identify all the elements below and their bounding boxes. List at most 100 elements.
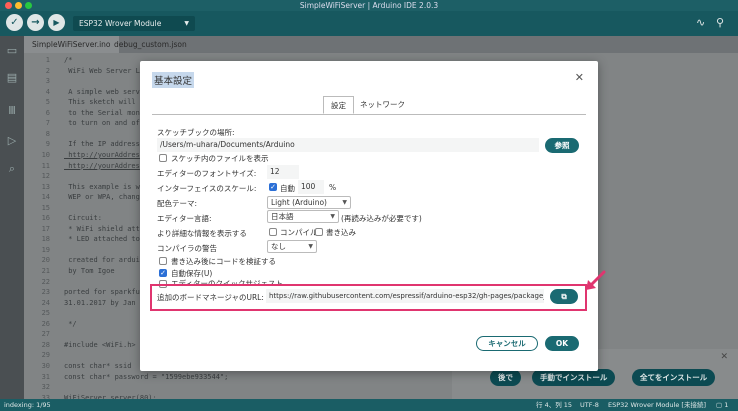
show-files-label: スケッチ内のファイルを表示 — [171, 154, 269, 163]
line-number: 6 — [45, 108, 50, 117]
code-line: A simple web serv — [64, 87, 140, 96]
line-number: 5 — [45, 98, 50, 107]
board-selector[interactable]: ESP32 Wrover Module ▼ — [73, 16, 195, 31]
tab-simplewifiserver[interactable]: SimpleWiFiServer.ino — [24, 36, 119, 53]
notification-count-value: 1 — [724, 401, 729, 409]
line-number: 17 — [41, 224, 50, 233]
cancel-button[interactable]: キャンセル — [476, 336, 538, 351]
line-number: 10 — [41, 150, 50, 159]
code-line: Circuit: — [64, 214, 102, 223]
font-size-input[interactable]: 12 — [267, 165, 299, 179]
line-number: 24 — [41, 298, 50, 307]
tab-network[interactable]: ネットワーク — [353, 96, 412, 114]
editor-tabs: SimpleWiFiServer.ino debug_custom.json — [24, 36, 738, 53]
line-number: 8 — [45, 129, 50, 138]
search-icon[interactable]: ⌕ — [5, 162, 19, 176]
code-line: http://yourAddres — [64, 150, 140, 159]
code-line: ported for sparkfu — [64, 288, 140, 297]
minimize-window-button[interactable] — [15, 2, 22, 9]
code-line: to the Serial mon — [64, 108, 140, 117]
code-line: 31.01.2017 by Jan — [64, 298, 136, 307]
upload-button[interactable]: → — [27, 14, 44, 31]
line-number: 21 — [41, 267, 50, 275]
ok-button[interactable]: OK — [545, 336, 579, 351]
folder-icon[interactable]: ▭ — [5, 44, 19, 58]
tab-settings[interactable]: 設定 — [323, 96, 354, 114]
manual-install-button[interactable]: 手動でインストール — [532, 369, 616, 386]
code-line: http://yourAddres — [64, 161, 140, 170]
theme-select-value: Light (Arduino) — [271, 198, 327, 207]
code-line: WEP or WPA, chang — [64, 193, 140, 202]
board-manager-icon[interactable]: ▤ — [5, 71, 19, 85]
board-status: ESP32 Wrover Module [未接続] — [608, 401, 706, 409]
line-number: 20 — [41, 256, 50, 265]
line-number: 25 — [41, 309, 50, 318]
line-number: 2 — [45, 66, 50, 75]
install-all-button[interactable]: 全てをインストール — [632, 369, 716, 386]
line-number: 14 — [41, 193, 50, 202]
debug-icon[interactable]: ▷ — [5, 134, 19, 148]
activity-sidebar: ▭ ▤ Ⅲ ▷ ⌕ — [0, 36, 24, 399]
dialog-title: 基本設定 — [152, 72, 195, 88]
scale-input[interactable]: 100 — [298, 180, 324, 194]
debug-button[interactable]: ▶ — [48, 14, 65, 31]
serial-plotter-icon[interactable]: ∿ — [696, 16, 705, 29]
code-line: const char* password = "1599ebe933544"; — [64, 372, 229, 381]
line-number: 22 — [41, 277, 50, 286]
browse-button[interactable]: 参照 — [545, 138, 579, 153]
font-size-label: エディターのフォントサイズ: — [157, 169, 257, 178]
line-number: 1 — [45, 56, 50, 64]
verbose-compile-checkbox[interactable] — [269, 228, 277, 236]
language-label: エディター言語: — [157, 214, 212, 223]
indexing-status: indexing: 1/95 — [4, 401, 51, 409]
verify-button[interactable]: ✓ — [6, 14, 23, 31]
line-number: 4 — [45, 87, 50, 96]
board-selector-label: ESP32 Wrover Module — [79, 19, 162, 28]
scale-label: インターフェイスのスケール: — [157, 184, 257, 193]
line-number: 15 — [41, 203, 50, 212]
sketchbook-path-input[interactable]: /Users/m-uhara/Documents/Arduino — [157, 138, 539, 152]
verbose-label: より詳細な情報を表示する — [157, 229, 247, 238]
autosave-checkbox[interactable]: ✓ — [159, 269, 167, 277]
window-titlebar: SimpleWiFiServer | Arduino IDE 2.0.3 — [0, 0, 738, 11]
scale-auto-checkbox[interactable]: ✓ — [269, 183, 277, 191]
highlight-arrow-icon — [586, 270, 606, 290]
serial-monitor-icon[interactable]: ⚲ — [716, 16, 724, 29]
sketchbook-label: スケッチブックの場所: — [157, 128, 235, 137]
code-line: created for ardui — [64, 256, 140, 265]
close-icon[interactable]: ✕ — [575, 71, 584, 84]
scale-unit: % — [329, 183, 337, 192]
scale-auto-label: 自動 — [280, 184, 295, 193]
chevron-down-icon: ▼ — [308, 243, 313, 250]
line-number: 18 — [41, 235, 50, 244]
close-icon[interactable]: ✕ — [720, 352, 728, 362]
code-line: This sketch will — [64, 98, 136, 107]
later-button[interactable]: 後で — [490, 369, 521, 386]
theme-select[interactable]: Light (Arduino) ▼ — [267, 196, 351, 209]
warnings-label: コンパイラの警告 — [157, 244, 217, 253]
language-select[interactable]: 日本語 ▼ — [267, 210, 339, 223]
line-number: 11 — [41, 161, 50, 170]
cursor-position: 行 4、列 15 — [536, 401, 573, 409]
debug-icon: ▶ — [53, 18, 60, 27]
notification-count[interactable]: ▢ 1 — [716, 399, 728, 411]
verify-after-checkbox[interactable] — [159, 257, 167, 265]
line-number: 9 — [45, 140, 50, 149]
code-line: WiFi Web Server L — [64, 66, 140, 75]
tab-debug-custom[interactable]: debug_custom.json — [106, 36, 195, 53]
code-line: const char* ssid — [64, 361, 132, 370]
line-number: 19 — [41, 245, 50, 254]
library-icon[interactable]: Ⅲ — [5, 104, 19, 118]
show-files-checkbox[interactable] — [159, 154, 167, 162]
warnings-select-value: なし — [271, 242, 286, 251]
code-line: If the IP address — [64, 140, 140, 149]
language-note: (再読み込みが必要です) — [341, 214, 422, 223]
verbose-upload-label: 書き込み — [326, 228, 356, 237]
line-number: 29 — [41, 351, 50, 360]
maximize-window-button[interactable] — [25, 2, 32, 9]
verbose-upload-checkbox[interactable] — [315, 228, 323, 236]
arrow-right-icon: → — [31, 17, 40, 28]
code-line: * WiFi shield att — [64, 224, 140, 233]
close-window-button[interactable] — [5, 2, 12, 9]
warnings-select[interactable]: なし ▼ — [267, 240, 317, 253]
